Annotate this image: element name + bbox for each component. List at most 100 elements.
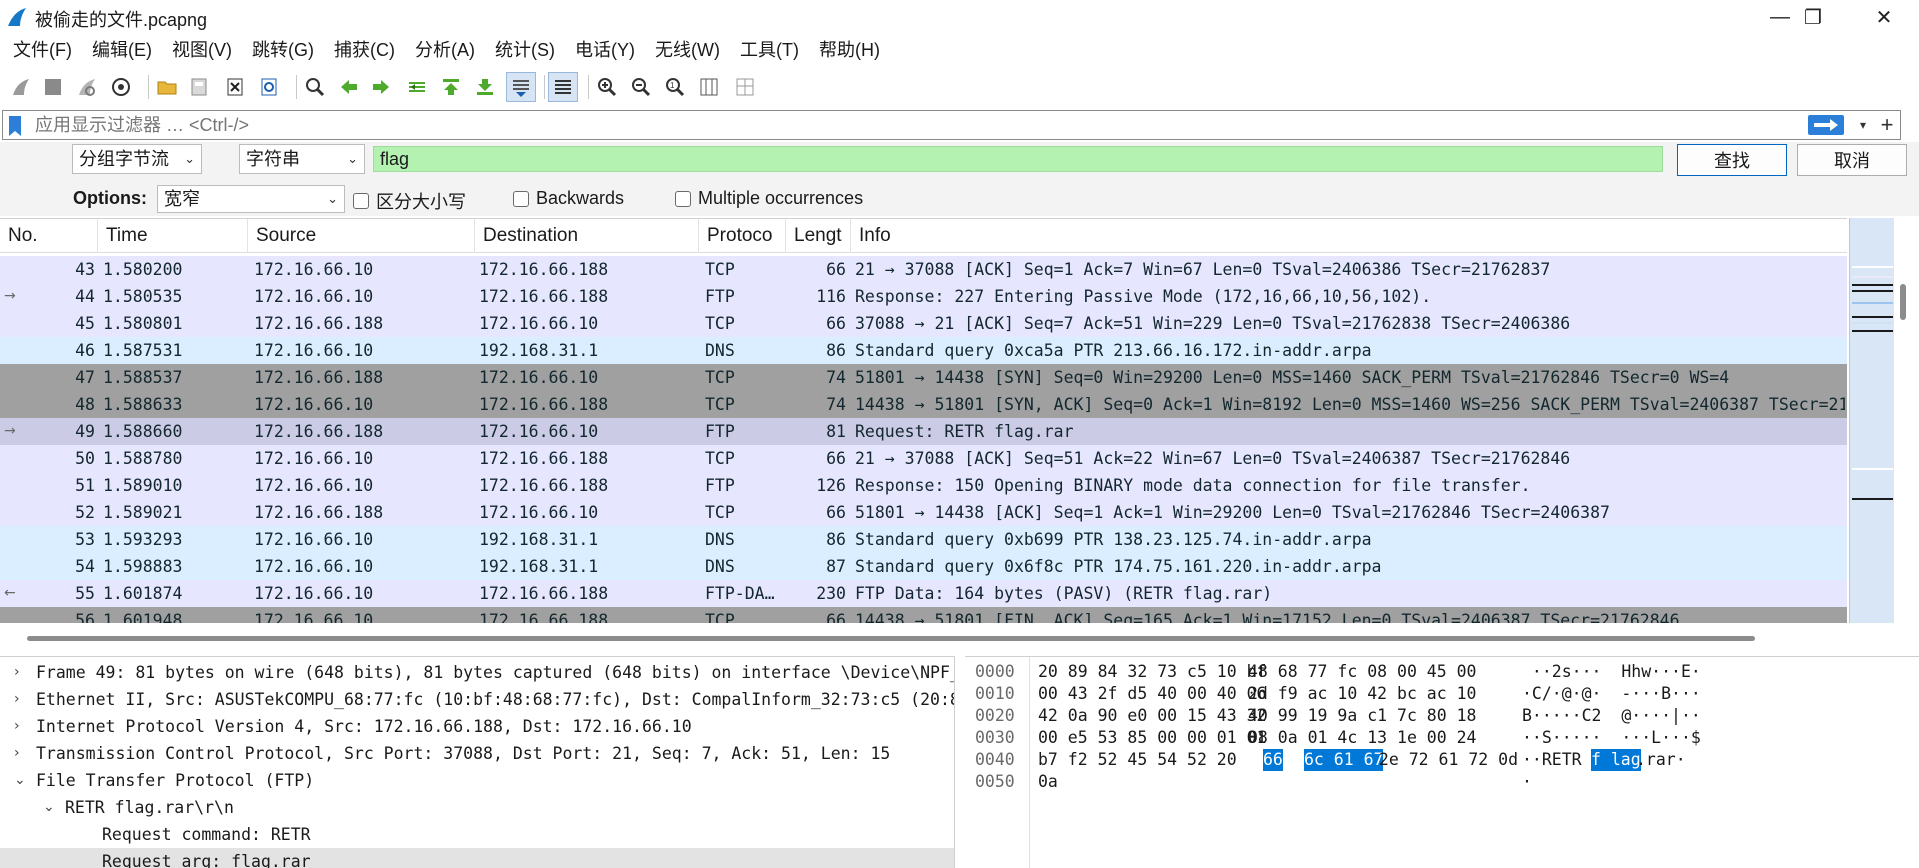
column-width-icon[interactable]: [730, 72, 760, 102]
packet-time: 1.589010: [103, 476, 183, 495]
column-header-info[interactable]: Info: [851, 219, 1847, 253]
normal-size-icon[interactable]: 1: [660, 72, 690, 102]
hex-bytes: 20 89 84 32 73 c5 10 bf: [1038, 662, 1267, 681]
search-type-select[interactable]: 字符串 ⌄: [239, 144, 365, 174]
collapse-arrow-icon[interactable]: ⌄: [43, 794, 55, 821]
go-last-packet-icon[interactable]: [470, 72, 500, 102]
packet-row[interactable]: 51 1.589010 172.16.66.10 172.16.66.188 FTP 12…: [0, 472, 1847, 499]
resize-columns-icon[interactable]: [694, 72, 724, 102]
menu-capture[interactable]: 捕获(C): [324, 34, 405, 66]
menu-file[interactable]: 文件(F): [3, 34, 82, 66]
packet-proto: DNS: [705, 341, 735, 360]
capture-options-icon[interactable]: [106, 72, 136, 102]
backwards-checkbox[interactable]: Backwards: [513, 188, 624, 209]
menu-wireless[interactable]: 无线(W): [645, 34, 730, 66]
column-header-no[interactable]: No.: [0, 219, 98, 253]
column-header-source[interactable]: Source: [248, 219, 475, 253]
go-first-packet-icon[interactable]: [436, 72, 466, 102]
detail-text: RETR flag.rar\r\n: [65, 798, 234, 817]
detail-tree-item[interactable]: › Internet Protocol Version 4, Src: 172.1…: [0, 713, 954, 740]
column-header-destination[interactable]: Destination: [475, 219, 699, 253]
detail-tree-item[interactable]: › Frame 49: 81 bytes on wire (648 bits), …: [0, 659, 954, 686]
packet-list[interactable]: No. Time Source Destination Protoco Leng…: [0, 218, 1847, 623]
packet-row[interactable]: ← 55 1.601874 172.16.66.10 172.16.66.188 FTP-…: [0, 580, 1847, 607]
packet-row[interactable]: → 44 1.580535 172.16.66.10 172.16.66.188 FTP 1…: [0, 283, 1847, 310]
close-button[interactable]: ✕: [1854, 0, 1914, 34]
detail-text: Ethernet II, Src: ASUSTekCOMPU_68:77:fc …: [36, 690, 954, 709]
expand-arrow-icon[interactable]: ›: [14, 659, 20, 686]
find-search-input[interactable]: flag: [373, 146, 1663, 172]
apply-filter-icon[interactable]: [1808, 115, 1844, 135]
reload-file-icon[interactable]: [254, 72, 284, 102]
charset-select[interactable]: 宽窄 ⌄: [157, 185, 345, 213]
packet-details-pane[interactable]: › Frame 49: 81 bytes on wire (648 bits), …: [0, 656, 955, 868]
save-file-icon[interactable]: [184, 72, 214, 102]
find-packet-icon[interactable]: [300, 72, 330, 102]
packet-row[interactable]: 47 1.588537 172.16.66.188 172.16.66.10 TCP 74…: [0, 364, 1847, 391]
expand-arrow-icon[interactable]: ›: [14, 740, 20, 767]
packet-row[interactable]: 53 1.593293 172.16.66.10 192.168.31.1 DNS 86 S…: [0, 526, 1847, 553]
hex-bytes: 0a: [1038, 772, 1058, 791]
search-in-select[interactable]: 分组字节流 ⌄: [72, 144, 202, 174]
maximize-button[interactable]: ❐: [1783, 0, 1843, 34]
vertical-scrollbar[interactable]: [1900, 284, 1906, 320]
hex-bytes: 00 e5 53 85 00 00 01 01: [1038, 728, 1267, 747]
menu-help[interactable]: 帮助(H): [809, 34, 890, 66]
detail-tree-item[interactable]: ⌄ File Transfer Protocol (FTP): [0, 767, 954, 794]
detail-tree-item[interactable]: › Transmission Control Protocol, Src Port…: [0, 740, 954, 767]
packet-row[interactable]: 46 1.587531 172.16.66.10 192.168.31.1 DNS 86 S…: [0, 337, 1847, 364]
go-forward-icon[interactable]: [366, 72, 396, 102]
collapse-arrow-icon[interactable]: ⌄: [14, 767, 26, 794]
case-sensitive-checkbox[interactable]: 区分大小写: [353, 188, 466, 214]
packet-row[interactable]: 48 1.588633 172.16.66.10 172.16.66.188 TCP 74…: [0, 391, 1847, 418]
packet-row[interactable]: 52 1.589021 172.16.66.188 172.16.66.10 TCP 66…: [0, 499, 1847, 526]
menu-view[interactable]: 视图(V): [162, 34, 242, 66]
detail-tree-item[interactable]: Request arg: flag.rar: [0, 848, 954, 868]
filter-dropdown-icon[interactable]: ▾: [1853, 113, 1873, 137]
display-filter-input[interactable]: [33, 113, 1793, 137]
restart-capture-icon[interactable]: [72, 72, 102, 102]
packet-bytes-pane[interactable]: 0000 20 89 84 32 73 c5 10 bf 48 68 77 fc 0…: [965, 656, 1919, 868]
open-file-icon[interactable]: [152, 72, 182, 102]
menu-telephony[interactable]: 电话(Y): [565, 34, 645, 66]
column-header-time[interactable]: Time: [98, 219, 248, 253]
packet-row[interactable]: 43 1.580200 172.16.66.10 172.16.66.188 TCP 66…: [0, 256, 1847, 283]
start-capture-icon[interactable]: [6, 72, 36, 102]
packet-row[interactable]: 45 1.580801 172.16.66.188 172.16.66.10 TCP 66…: [0, 310, 1847, 337]
packet-row[interactable]: → 49 1.588660 172.16.66.188 172.16.66.10 FTP 8…: [0, 418, 1847, 445]
expand-arrow-icon[interactable]: ›: [14, 713, 20, 740]
detail-tree-item[interactable]: › Ethernet II, Src: ASUSTekCOMPU_68:77:fc…: [0, 686, 954, 713]
detail-tree-item[interactable]: Request command: RETR: [0, 821, 954, 848]
horizontal-scrollbar[interactable]: [27, 636, 1755, 641]
multiple-occurrences-checkbox[interactable]: Multiple occurrences: [675, 188, 863, 209]
stop-capture-icon[interactable]: [38, 72, 68, 102]
find-button[interactable]: 查找: [1677, 144, 1787, 176]
packet-info: Standard query 0xca5a PTR 213.66.16.172.…: [855, 341, 1372, 360]
column-header-length[interactable]: Lengt: [786, 219, 851, 253]
colorize-icon[interactable]: [548, 72, 578, 102]
packet-time: 1.601948: [103, 611, 183, 623]
cancel-button[interactable]: 取消: [1797, 144, 1907, 176]
close-file-icon[interactable]: [220, 72, 250, 102]
add-filter-button-icon[interactable]: +: [1876, 111, 1898, 139]
auto-scroll-icon[interactable]: [506, 72, 536, 102]
packet-src: 172.16.66.188: [254, 422, 384, 441]
menu-statistics[interactable]: 统计(S): [485, 34, 565, 66]
zoom-out-icon[interactable]: [626, 72, 656, 102]
zoom-in-icon[interactable]: [592, 72, 622, 102]
packet-proto: FTP: [705, 476, 735, 495]
detail-tree-item[interactable]: ⌄ RETR flag.rar\r\n: [0, 794, 954, 821]
go-back-icon[interactable]: [334, 72, 364, 102]
menu-go[interactable]: 跳转(G): [242, 34, 324, 66]
packet-minimap[interactable]: [1849, 218, 1894, 623]
bookmark-icon[interactable]: [7, 115, 23, 137]
menu-edit[interactable]: 编辑(E): [82, 34, 162, 66]
expand-arrow-icon[interactable]: ›: [14, 686, 20, 713]
packet-row[interactable]: 56 1.601948 172.16.66.10 172.16.66.188 TCP 66…: [0, 607, 1847, 623]
packet-row[interactable]: 50 1.588780 172.16.66.10 172.16.66.188 TCP 66…: [0, 445, 1847, 472]
packet-row[interactable]: 54 1.598883 172.16.66.10 192.168.31.1 DNS 87 S…: [0, 553, 1847, 580]
go-to-packet-icon[interactable]: [402, 72, 432, 102]
column-header-protocol[interactable]: Protoco: [699, 219, 786, 253]
menu-tools[interactable]: 工具(T): [730, 34, 809, 66]
menu-analyze[interactable]: 分析(A): [405, 34, 485, 66]
